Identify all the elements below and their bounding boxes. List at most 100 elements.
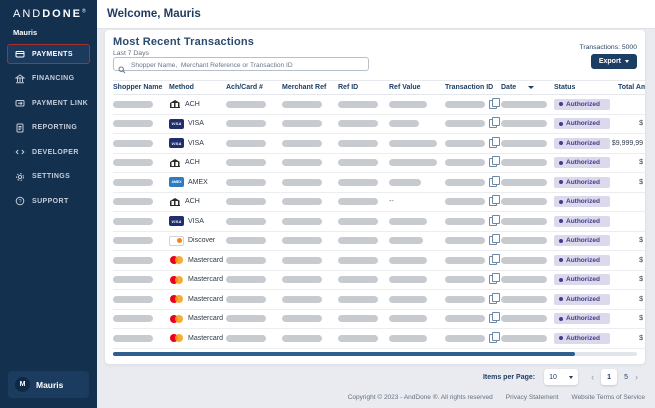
copy-icon[interactable]	[489, 117, 500, 129]
table-row[interactable]: VISA Authorized $	[113, 115, 645, 134]
copy-icon[interactable]	[489, 214, 500, 226]
table-row[interactable]: VISA Authorized $9,999,99	[113, 134, 645, 154]
developer-code-icon	[14, 147, 25, 158]
profile-name: Mauris	[36, 379, 64, 390]
payment-method-icon	[169, 158, 181, 168]
export-button[interactable]: Export	[590, 54, 637, 69]
ref-id-redacted	[338, 100, 378, 108]
sidebar-item-developer[interactable]: DEVELOPER	[7, 142, 90, 162]
table-row[interactable]: VISA Authorized	[113, 212, 645, 232]
copy-icon[interactable]	[489, 175, 500, 187]
column-header-shopper-name: Shopper Name	[113, 84, 163, 91]
sidebar-item-label: REPORTING	[32, 124, 78, 131]
payments-card-icon	[14, 49, 25, 60]
sidebar-item-payments[interactable]: PAYMENTS	[7, 44, 90, 64]
shopper-name-redacted	[113, 159, 153, 167]
payment-method-icon	[169, 118, 184, 129]
privacy-statement-link[interactable]: Privacy Statement	[506, 394, 559, 401]
column-header-ach-card: Ach/Card #	[226, 84, 263, 91]
table-row[interactable]: ACH -- Authorized	[113, 193, 645, 212]
status-label: Authorized	[566, 178, 600, 186]
ach-card-number-redacted	[226, 100, 266, 108]
transaction-id-redacted	[445, 159, 485, 167]
ref-id-redacted	[338, 217, 378, 225]
copy-icon[interactable]	[489, 156, 500, 168]
sort-desc-icon[interactable]	[528, 86, 535, 89]
table-row[interactable]: Mastercard Authorized $	[113, 329, 645, 349]
status-dot-icon	[559, 160, 563, 165]
column-header-transaction-id: Transaction ID	[445, 84, 494, 91]
sidebar-item-reporting[interactable]: REPORTING	[7, 118, 90, 138]
date-redacted	[501, 276, 547, 284]
ref-id-redacted	[338, 198, 378, 206]
copy-icon[interactable]	[489, 234, 500, 246]
shopper-name-redacted	[113, 139, 153, 147]
sidebar-profile[interactable]: M Mauris	[8, 371, 89, 398]
merchant-ref-redacted	[282, 295, 322, 303]
copy-icon[interactable]	[489, 292, 500, 304]
copy-icon[interactable]	[489, 253, 500, 265]
transaction-id-redacted	[445, 198, 485, 206]
sidebar-item-payment-link[interactable]: PAYMENT LINK	[7, 93, 90, 113]
table-row[interactable]: Mastercard Authorized $	[113, 251, 645, 271]
ach-card-number-redacted	[226, 295, 266, 303]
table-row[interactable]: AMEX Authorized $	[113, 173, 645, 193]
ref-id-redacted	[338, 139, 378, 147]
shopper-name-redacted	[113, 178, 153, 186]
payment-method-label: ACH	[185, 198, 200, 206]
column-header-date[interactable]: Date	[501, 84, 554, 91]
page-button-5[interactable]: 5	[624, 374, 628, 381]
status-badge: Authorized	[554, 313, 610, 325]
status-dot-icon	[559, 238, 563, 243]
copy-icon[interactable]	[489, 97, 500, 109]
shopper-name-redacted	[113, 276, 153, 284]
copy-icon[interactable]	[489, 136, 500, 148]
status-dot-icon	[559, 297, 563, 302]
ref-id-redacted	[338, 120, 378, 128]
horizontal-scrollbar[interactable]	[113, 352, 637, 356]
search-input[interactable]	[129, 58, 366, 72]
date-redacted	[501, 139, 547, 147]
payment-method-icon	[169, 235, 184, 246]
previous-page-button[interactable]: ‹	[591, 372, 594, 382]
merchant-ref-redacted	[282, 315, 322, 323]
copy-icon[interactable]	[489, 331, 500, 343]
table-row[interactable]: Mastercard Authorized $	[113, 271, 645, 290]
ach-card-number-redacted	[226, 315, 266, 323]
total-amount-cell: $	[639, 276, 643, 284]
sidebar-item-support[interactable]: ? SUPPORT	[7, 191, 90, 211]
table-row[interactable]: Mastercard Authorized $	[113, 310, 645, 329]
ref-value-redacted	[389, 120, 419, 128]
support-help-icon: ?	[14, 196, 25, 207]
table-row[interactable]: Discover Authorized $	[113, 232, 645, 251]
table-row[interactable]: Mastercard Authorized $	[113, 290, 645, 310]
page-button-1[interactable]: 1	[601, 369, 618, 385]
payment-method-label: Mastercard	[188, 256, 224, 264]
payment-method-icon	[169, 294, 184, 304]
table-scroll-area: Shopper Name Method Ach/Card # Merchant …	[113, 80, 645, 350]
date-redacted	[501, 256, 547, 264]
sidebar: ANDDONE® Mauris PAYMENTS FINANCING PAYME…	[0, 0, 97, 408]
payment-method-label: Mastercard	[188, 295, 224, 303]
table-row[interactable]: ACH Authorized $	[113, 154, 645, 173]
reporting-document-icon	[14, 122, 25, 133]
transaction-id-redacted	[445, 276, 485, 284]
merchant-ref-redacted	[282, 237, 322, 245]
page-title: Welcome, Mauris	[107, 8, 201, 20]
horizontal-scrollbar-thumb[interactable]	[113, 352, 575, 356]
copyright-text: Copyright © 2023 - AndDone ®. All rights…	[347, 394, 493, 401]
terms-of-service-link[interactable]: Website Terms of Service	[572, 394, 645, 401]
items-per-page-select[interactable]: 10	[544, 369, 579, 385]
ach-card-number-redacted	[226, 120, 266, 128]
table-row[interactable]: ACH Authorized	[113, 95, 645, 115]
sidebar-item-settings[interactable]: SETTINGS	[7, 167, 90, 187]
sidebar-item-financing[interactable]: FINANCING	[7, 69, 90, 89]
copy-icon[interactable]	[489, 312, 500, 324]
next-page-button[interactable]: ›	[635, 372, 638, 382]
total-amount-cell: $	[639, 120, 643, 128]
shopper-name-redacted	[113, 237, 153, 245]
ref-id-redacted	[338, 295, 378, 303]
copy-icon[interactable]	[489, 195, 500, 207]
ref-value-redacted	[389, 256, 427, 264]
copy-icon[interactable]	[489, 273, 500, 285]
